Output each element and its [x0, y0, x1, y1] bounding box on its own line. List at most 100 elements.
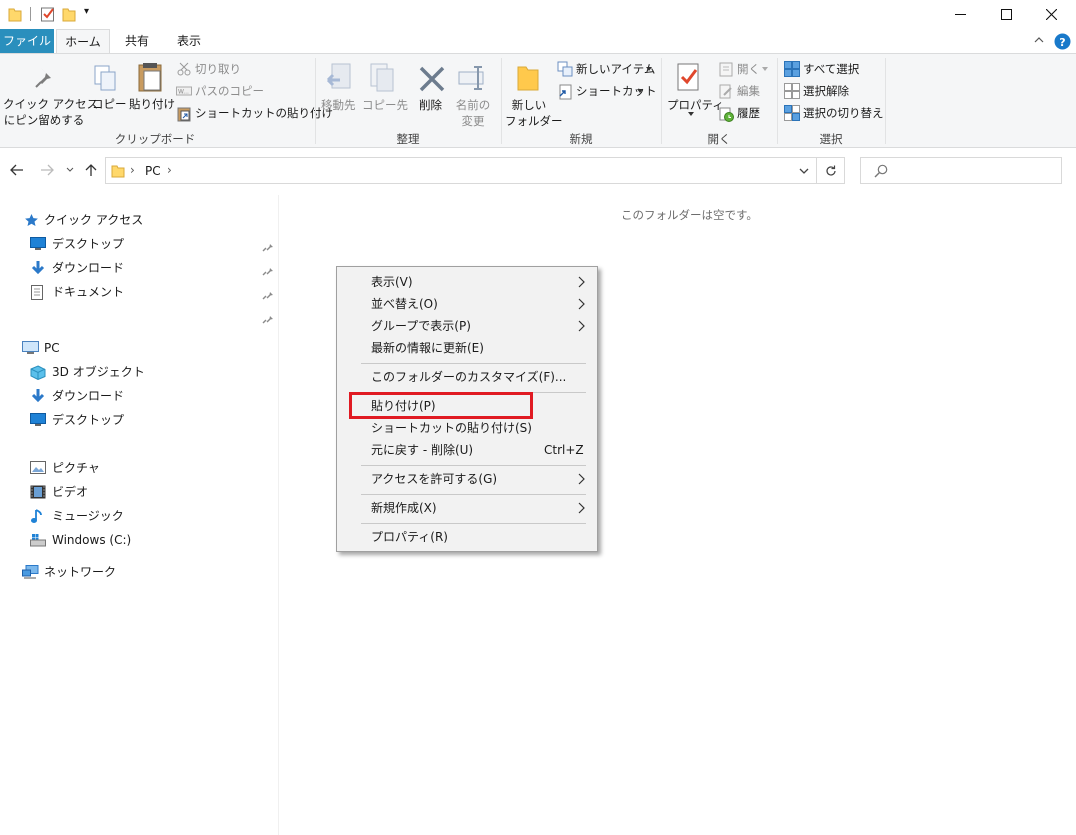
- pin-quick-access-button[interactable]: クイック アクセス にピン留めする: [3, 96, 98, 128]
- properties-dropdown-icon[interactable]: [688, 112, 694, 116]
- new-folder-label-line2: フォルダー: [505, 114, 563, 128]
- properties-icon: [676, 62, 702, 94]
- nav-pictures[interactable]: ピクチャ: [30, 457, 100, 479]
- shortcut-dropdown-icon[interactable]: [637, 89, 643, 93]
- copy-path-button[interactable]: パスのコピー: [195, 83, 264, 99]
- select-none-button[interactable]: 選択解除: [803, 83, 849, 99]
- tab-home[interactable]: ホーム: [56, 29, 110, 54]
- nav-pc-downloads[interactable]: ダウンロード: [30, 385, 124, 407]
- nav-pc-desktop[interactable]: デスクトップ: [30, 409, 124, 431]
- paste-button[interactable]: 貼り付け: [129, 96, 175, 112]
- cut-button[interactable]: 切り取り: [195, 61, 241, 77]
- tab-file[interactable]: ファイル: [0, 29, 54, 53]
- nav-label: Windows (C:): [52, 533, 132, 547]
- rename-button[interactable]: 名前の 変更: [450, 97, 496, 129]
- menu-item-give-access[interactable]: アクセスを許可する(G): [371, 468, 497, 490]
- menu-item-sort[interactable]: 並べ替え(O): [371, 293, 438, 315]
- menu-item-paste-shortcut[interactable]: ショートカットの貼り付け(S): [371, 417, 532, 439]
- ribbon-separator: [885, 58, 886, 144]
- folder-icon: [111, 163, 125, 179]
- pin-icon[interactable]: [262, 288, 274, 300]
- nav-pc[interactable]: PC: [22, 337, 60, 359]
- close-button[interactable]: [1028, 0, 1074, 29]
- open-dropdown-icon[interactable]: [762, 67, 768, 71]
- svg-text:?: ?: [1059, 36, 1065, 49]
- copy-button[interactable]: コピー: [92, 96, 127, 112]
- drive-icon: [30, 533, 46, 547]
- address-bar[interactable]: › PC ›: [105, 157, 817, 184]
- nav-quick-access[interactable]: クイック アクセス: [24, 209, 143, 231]
- search-input[interactable]: [860, 157, 1062, 184]
- copy-to-button[interactable]: コピー先: [362, 97, 408, 113]
- tab-share[interactable]: 共有: [114, 29, 160, 53]
- new-item-dropdown-icon[interactable]: [646, 67, 652, 71]
- menu-item-group-by[interactable]: グループで表示(P): [371, 315, 471, 337]
- nav-quick-desktop[interactable]: デスクトップ: [30, 233, 124, 255]
- history-button[interactable]: 履歴: [737, 105, 760, 121]
- menu-item-undo-delete[interactable]: 元に戻す - 削除(U): [371, 439, 473, 461]
- tab-view[interactable]: 表示: [166, 29, 212, 53]
- pin-icon[interactable]: [262, 240, 274, 252]
- nav-3d-objects[interactable]: 3D オブジェクト: [30, 361, 145, 383]
- rename-icon: [458, 64, 488, 92]
- ribbon: クイック アクセス にピン留めする コピー 貼り付け 切り取り W... パスの…: [0, 53, 1076, 148]
- paste-shortcut-button[interactable]: ショートカットの貼り付け: [195, 105, 333, 121]
- menu-item-customize-folder[interactable]: このフォルダーのカスタマイズ(F)...: [371, 366, 566, 388]
- pin-icon[interactable]: [262, 264, 274, 276]
- nav-label: ドキュメント: [52, 285, 125, 299]
- ribbon-tabs: ファイル ホーム 共有 表示 ?: [0, 29, 1076, 54]
- minimize-button[interactable]: [937, 0, 983, 29]
- invert-selection-button[interactable]: 選択の切り替え: [803, 105, 884, 121]
- up-arrow-icon[interactable]: [85, 163, 97, 177]
- edit-button[interactable]: 編集: [737, 83, 760, 99]
- document-icon: [30, 285, 46, 300]
- delete-button[interactable]: 削除: [419, 97, 442, 113]
- download-arrow-icon: [30, 389, 46, 403]
- nav-videos[interactable]: ビデオ: [30, 481, 88, 503]
- submenu-arrow-icon: [578, 276, 586, 288]
- menu-item-refresh[interactable]: 最新の情報に更新(E): [371, 337, 484, 359]
- pin-icon[interactable]: [262, 312, 274, 324]
- forward-arrow-icon[interactable]: [40, 164, 54, 176]
- open-icon: [719, 62, 733, 77]
- nav-label: ミュージック: [52, 509, 124, 523]
- collapse-ribbon-icon[interactable]: [1034, 35, 1044, 45]
- folder-icon: [8, 6, 22, 22]
- new-folder-button[interactable]: 新しい フォルダー: [505, 97, 563, 129]
- download-arrow-icon: [30, 261, 46, 275]
- new-folder-icon[interactable]: [62, 6, 76, 22]
- rename-label-line2: 変更: [461, 114, 485, 128]
- refresh-button[interactable]: [817, 157, 845, 184]
- breadcrumb-pc[interactable]: PC: [145, 164, 161, 178]
- menu-item-new[interactable]: 新規作成(X): [371, 497, 437, 519]
- back-arrow-icon[interactable]: [10, 164, 24, 176]
- menu-item-properties[interactable]: プロパティ(R): [371, 526, 448, 548]
- properties-button[interactable]: プロパティ: [667, 97, 724, 113]
- nav-network[interactable]: ネットワーク: [22, 561, 116, 583]
- nav-label: ネットワーク: [44, 565, 117, 579]
- select-all-button[interactable]: すべて選択: [803, 61, 859, 77]
- move-to-button[interactable]: 移動先: [321, 97, 356, 113]
- nav-quick-documents[interactable]: ドキュメント: [30, 281, 124, 303]
- music-note-icon: [30, 509, 46, 523]
- menu-item-view[interactable]: 表示(V): [371, 271, 413, 293]
- nav-quick-downloads[interactable]: ダウンロード: [30, 257, 124, 279]
- pin-icon: [33, 66, 55, 90]
- nav-music[interactable]: ミュージック: [30, 505, 124, 527]
- address-dropdown-icon[interactable]: [799, 168, 809, 175]
- help-icon[interactable]: ?: [1054, 33, 1071, 50]
- open-button[interactable]: 開く: [737, 61, 760, 77]
- group-label-open: 開く: [707, 132, 731, 146]
- nav-windows-drive[interactable]: Windows (C:): [30, 529, 131, 551]
- breadcrumb-separator[interactable]: ›: [167, 163, 172, 177]
- new-item-button[interactable]: 新しいアイテム: [576, 61, 655, 77]
- recent-locations-chevron-icon[interactable]: [66, 167, 74, 173]
- desktop-icon: [30, 413, 46, 427]
- paste-icon: [136, 61, 164, 93]
- shortcut-button[interactable]: ショートカット: [576, 83, 657, 99]
- qat-customize-dropdown[interactable]: ▾: [84, 6, 89, 17]
- group-label-organize: 整理: [396, 132, 420, 146]
- properties-check-icon[interactable]: [40, 6, 56, 22]
- nav-label: ビデオ: [52, 485, 89, 499]
- maximize-button[interactable]: [983, 0, 1029, 29]
